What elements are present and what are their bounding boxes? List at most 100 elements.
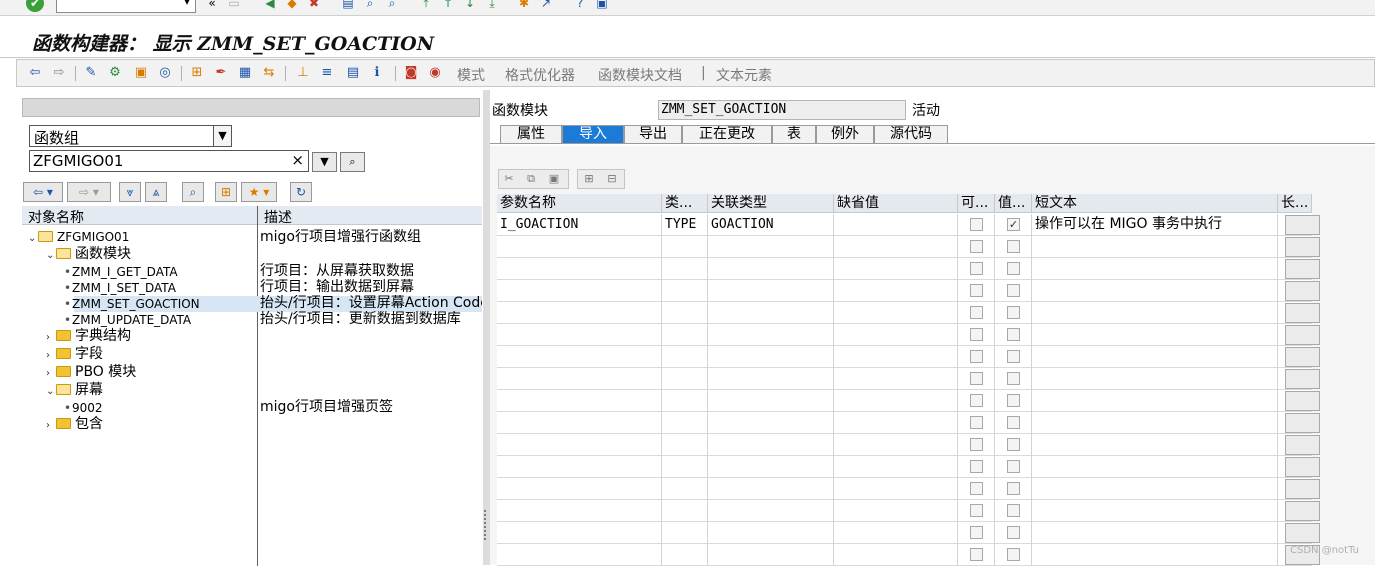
tree-node-root[interactable]: ⌄ ZFGMIGO01 [28, 229, 129, 246]
forward-icon[interactable]: ⇨ [51, 65, 67, 81]
cell-assoc[interactable] [708, 434, 834, 456]
cancel-icon[interactable]: ✖ [306, 0, 322, 11]
cell-assoc[interactable] [708, 390, 834, 412]
chevron-right-icon[interactable]: › [46, 365, 56, 382]
cell-short-text[interactable] [1032, 434, 1278, 456]
optional-checkbox[interactable] [970, 350, 983, 363]
cell-short-text[interactable] [1032, 500, 1278, 522]
optional-checkbox[interactable] [970, 416, 983, 429]
favorites-icon[interactable]: ★ ▾ [241, 182, 277, 202]
tab-tables[interactable]: 表 [772, 125, 816, 143]
header-assoc-type[interactable]: 关联类型 [708, 194, 834, 213]
table-row[interactable] [497, 368, 1320, 390]
long-text-button[interactable] [1285, 237, 1320, 257]
header-optional[interactable]: 可... [958, 194, 995, 213]
table-row[interactable] [497, 236, 1320, 258]
cell-default[interactable] [834, 412, 958, 434]
cell-pass-value[interactable] [995, 522, 1032, 544]
find-icon[interactable]: ⌕ [362, 0, 378, 11]
cell-typing[interactable] [662, 522, 708, 544]
tab-attributes[interactable]: 属性 [500, 125, 562, 143]
command-field[interactable]: ▾ [56, 0, 196, 13]
tab-changing[interactable]: 正在更改 [682, 125, 772, 143]
header-param-name[interactable]: 参数名称 [497, 194, 662, 213]
cell-optional[interactable] [958, 478, 995, 500]
cell-optional[interactable] [958, 236, 995, 258]
chevron-down-icon[interactable]: ⌄ [28, 230, 38, 247]
cell-typing[interactable] [662, 544, 708, 566]
cell-optional[interactable] [958, 368, 995, 390]
cell-optional[interactable] [958, 214, 995, 236]
insert-statement-icon[interactable]: ◉ [427, 65, 443, 81]
cell-default[interactable] [834, 258, 958, 280]
table-row[interactable] [497, 478, 1320, 500]
pass-value-checkbox[interactable] [1007, 284, 1020, 297]
first-page-icon[interactable]: ⤒ [418, 0, 434, 11]
tab-export[interactable]: 导出 [624, 125, 682, 143]
nav-back-icon[interactable]: ⇦ ▾ [23, 182, 63, 202]
cell-pass-value[interactable] [995, 280, 1032, 302]
cell-typing[interactable] [662, 346, 708, 368]
cell-default[interactable] [834, 302, 958, 324]
optional-checkbox[interactable] [970, 526, 983, 539]
cell-assoc[interactable] [708, 500, 834, 522]
header-typing[interactable]: 类... [662, 194, 708, 213]
cell-short-text[interactable] [1032, 390, 1278, 412]
print-icon[interactable]: ▤ [340, 0, 356, 11]
cell-pass-value[interactable] [995, 346, 1032, 368]
tree-node-fm[interactable]: •ZMM_I_GET_DATA [64, 264, 178, 281]
cell-short-text[interactable] [1032, 236, 1278, 258]
back-arrows-icon[interactable]: « [204, 0, 220, 11]
chevron-down-icon[interactable]: ▾ [181, 0, 193, 9]
tab-import[interactable]: 导入 [562, 125, 624, 143]
cell-default[interactable] [834, 500, 958, 522]
chevron-down-icon[interactable]: ⌄ [46, 383, 56, 400]
cell-typing[interactable] [662, 368, 708, 390]
cell-typing[interactable] [662, 258, 708, 280]
object-name-input[interactable]: ZFGMIGO01 × [29, 150, 309, 172]
optional-checkbox[interactable] [970, 306, 983, 319]
insert-row-icon[interactable]: ⊞ [582, 172, 596, 186]
fm-documentation-button[interactable]: 函数模块文档 [598, 65, 682, 85]
cell-short-text[interactable] [1032, 346, 1278, 368]
chevron-right-icon[interactable]: › [46, 417, 56, 434]
cell-param[interactable] [497, 412, 662, 434]
cell-pass-value[interactable] [995, 390, 1032, 412]
pass-value-checkbox[interactable] [1007, 548, 1020, 561]
pretty-printer-button[interactable]: 格式优化器 [505, 65, 575, 85]
navigation-window-icon[interactable]: ▦ [237, 65, 253, 81]
cell-typing[interactable] [662, 412, 708, 434]
table-row[interactable] [497, 280, 1320, 302]
cell-typing[interactable]: TYPE [662, 214, 708, 236]
tree-node-fm[interactable]: •ZMM_UPDATE_DATA [64, 312, 191, 329]
customize-icon[interactable]: ▣ [594, 0, 610, 11]
shortcut-icon[interactable]: ↗ [538, 0, 554, 11]
long-text-button[interactable] [1285, 215, 1320, 235]
cell-param[interactable] [497, 324, 662, 346]
cell-default[interactable] [834, 236, 958, 258]
cell-typing[interactable] [662, 280, 708, 302]
cell-param[interactable] [497, 456, 662, 478]
long-text-button[interactable] [1285, 457, 1320, 477]
pass-value-checkbox[interactable] [1007, 372, 1020, 385]
pass-value-checkbox[interactable] [1007, 416, 1020, 429]
next-page-icon[interactable]: ↓ [462, 0, 478, 11]
pass-value-checkbox[interactable] [1007, 350, 1020, 363]
cell-short-text[interactable] [1032, 412, 1278, 434]
find-next-icon[interactable]: ⌕ [384, 0, 400, 11]
nav-back-icon[interactable]: ◀ [262, 0, 278, 11]
long-text-button[interactable] [1285, 501, 1320, 521]
long-text-button[interactable] [1285, 259, 1320, 279]
cell-param[interactable] [497, 280, 662, 302]
optional-checkbox[interactable] [970, 372, 983, 385]
nav-forward-icon[interactable]: ⇨ ▾ [67, 182, 111, 202]
cell-optional[interactable] [958, 390, 995, 412]
table-row[interactable] [497, 456, 1320, 478]
cell-optional[interactable] [958, 346, 995, 368]
splitter-grip-icon[interactable] [484, 510, 488, 540]
cell-short-text[interactable]: 操作可以在 MIGO 事务中执行 [1032, 214, 1278, 236]
save-icon[interactable]: ▭ [226, 0, 242, 11]
cell-typing[interactable] [662, 500, 708, 522]
cell-param[interactable]: I_GOACTION [497, 214, 662, 236]
cell-default[interactable] [834, 456, 958, 478]
